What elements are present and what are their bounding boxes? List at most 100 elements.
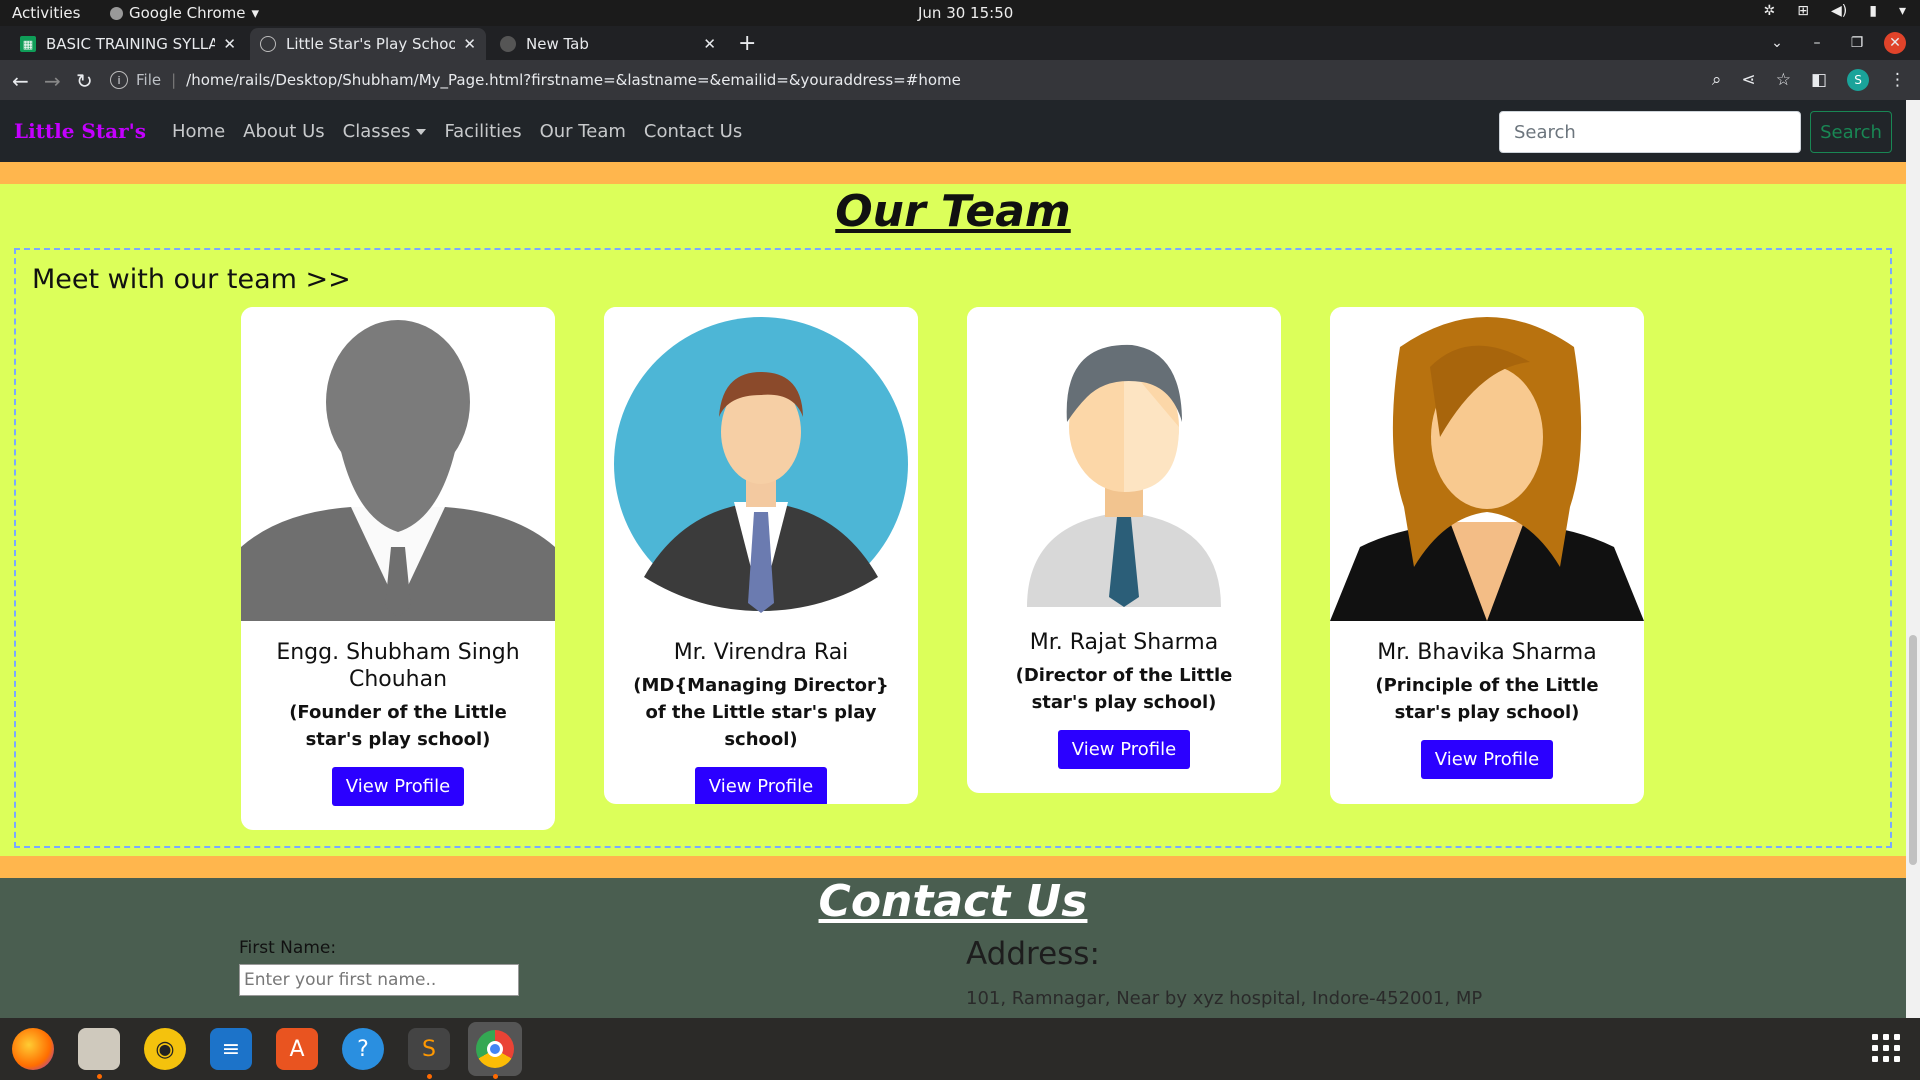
- member-role: (Director of the Little star's play scho…: [1015, 665, 1233, 713]
- search-button[interactable]: Search: [1810, 111, 1892, 153]
- caret-down-icon: [416, 128, 427, 135]
- nav-contact-us[interactable]: Contact Us: [644, 121, 742, 142]
- system-top-bar: Activities Google Chrome ▾ Jun 30 15:50 …: [0, 0, 1920, 26]
- site-brand[interactable]: Little Star's: [14, 119, 146, 143]
- app-menu[interactable]: Google Chrome ▾: [110, 4, 259, 22]
- bookmark-star-icon[interactable]: ☆: [1776, 70, 1791, 90]
- taskbar-dock: ◉ ≡ A ? S: [0, 1018, 1920, 1080]
- writer-icon[interactable]: ≡: [210, 1028, 252, 1070]
- businessman-avatar-icon: [604, 307, 918, 621]
- member-name: Mr. Virendra Rai: [673, 640, 849, 665]
- team-section-title: Our Team: [835, 186, 1071, 237]
- nav-facilities[interactable]: Facilities: [444, 121, 521, 142]
- nav-classes-label: Classes: [342, 120, 411, 142]
- new-tab-button[interactable]: +: [738, 31, 756, 56]
- caret-down-icon: ▾: [251, 4, 260, 22]
- address-bar[interactable]: i File | /home/rails/Desktop/Shubham/My_…: [110, 66, 1690, 94]
- close-window-icon[interactable]: ✕: [1884, 32, 1906, 54]
- silhouette-avatar-icon: [241, 307, 555, 621]
- share-icon[interactable]: ⋖: [1741, 70, 1755, 90]
- page-scrollbar[interactable]: [1906, 100, 1920, 1018]
- section-divider: [0, 162, 1906, 184]
- site-navbar: Little Star's Home About Us Classes Faci…: [0, 100, 1906, 162]
- tab-search-icon[interactable]: ⌄: [1764, 30, 1790, 56]
- app-center-icon[interactable]: A: [276, 1028, 318, 1070]
- scrollbar-thumb[interactable]: [1909, 635, 1917, 865]
- app-name: Google Chrome: [129, 4, 246, 22]
- url-text: /home/rails/Desktop/Shubham/My_Page.html…: [186, 71, 961, 89]
- restore-icon[interactable]: ❐: [1844, 30, 1870, 56]
- first-name-input[interactable]: Enter your first name..: [239, 964, 519, 996]
- menu-kebab-icon[interactable]: ⋮: [1889, 70, 1906, 90]
- tab-label: New Tab: [526, 35, 589, 53]
- member-role: (MD{Managing Director} of the Little sta…: [633, 675, 889, 750]
- first-name-label: First Name:: [239, 938, 337, 958]
- team-card: Engg. Shubham Singh Chouhan (Founder of …: [241, 307, 555, 830]
- address-text: 101, Ramnagar, Near by xyz hospital, Ind…: [966, 988, 1483, 1009]
- minimize-icon[interactable]: –: [1804, 30, 1830, 56]
- rhythmbox-icon[interactable]: ◉: [144, 1028, 186, 1070]
- browser-toolbar: ← → ↻ i File | /home/rails/Desktop/Shubh…: [0, 60, 1920, 100]
- volume-icon: ◀): [1831, 3, 1848, 19]
- member-role: (Founder of the Little star's play schoo…: [289, 702, 507, 750]
- clock[interactable]: Jun 30 15:50: [918, 4, 1013, 22]
- toolbar-actions: ⌕ ⋖ ☆ ◧ S ⋮: [1712, 69, 1906, 91]
- info-icon[interactable]: i: [110, 71, 128, 89]
- search-input[interactable]: Search: [1499, 111, 1801, 153]
- man-avatar-icon: [967, 307, 1281, 621]
- tab-new-tab[interactable]: New Tab ✕: [490, 28, 726, 60]
- member-role: (Principle of the Little star's play sch…: [1375, 675, 1599, 723]
- tab-strip: ▦ BASIC TRAINING SYLLABUS ✕ Little Star'…: [0, 26, 1920, 60]
- member-name: Mr. Bhavika Sharma: [1377, 640, 1597, 665]
- member-name: Engg. Shubham Singh Chouhan: [276, 640, 520, 692]
- nav-classes-dropdown[interactable]: Classes: [343, 121, 427, 142]
- address-heading: Address:: [966, 936, 1100, 972]
- network-icon: ⊞: [1797, 3, 1810, 19]
- view-profile-button[interactable]: View Profile: [1420, 740, 1554, 779]
- close-icon[interactable]: ✕: [463, 35, 476, 53]
- team-card: Mr. Virendra Rai (MD{Managing Director} …: [604, 307, 918, 804]
- sheets-icon: ▦: [20, 36, 36, 52]
- team-subtitle: Meet with our team >>: [32, 264, 351, 295]
- tab-little-stars[interactable]: Little Star's Play School ✕: [250, 28, 486, 60]
- accessibility-icon: ✲: [1763, 3, 1776, 19]
- url-scheme: File: [136, 71, 162, 89]
- battery-icon: ▮: [1869, 3, 1877, 19]
- chrome-icon: [500, 36, 516, 52]
- view-profile-button[interactable]: View Profile: [1057, 730, 1191, 769]
- view-profile-button[interactable]: View Profile: [331, 767, 465, 806]
- view-profile-button[interactable]: View Profile: [694, 767, 828, 804]
- activities-button[interactable]: Activities: [12, 4, 80, 22]
- nav-our-team[interactable]: Our Team: [540, 121, 626, 142]
- nav-about-us[interactable]: About Us: [243, 121, 325, 142]
- chrome-icon[interactable]: [468, 1022, 522, 1076]
- section-divider: [0, 856, 1906, 878]
- reload-icon[interactable]: ↻: [76, 69, 93, 93]
- close-icon[interactable]: ✕: [223, 35, 236, 53]
- forward-icon[interactable]: →: [44, 69, 61, 93]
- member-name: Mr. Rajat Sharma: [1029, 630, 1219, 655]
- sublime-icon[interactable]: S: [408, 1028, 450, 1070]
- system-tray[interactable]: ✲ ⊞ ◀) ▮ ▾: [1764, 3, 1906, 19]
- nav-home[interactable]: Home: [172, 121, 225, 142]
- show-apps-icon[interactable]: [1872, 1034, 1900, 1062]
- zoom-icon[interactable]: ⌕: [1712, 70, 1722, 90]
- tab-basic-training[interactable]: ▦ BASIC TRAINING SYLLABUS ✕: [10, 28, 246, 60]
- globe-icon: [260, 36, 276, 52]
- contact-section-title: Contact Us: [818, 876, 1088, 927]
- back-icon[interactable]: ←: [12, 69, 29, 93]
- firefox-icon[interactable]: [12, 1028, 54, 1070]
- profile-avatar[interactable]: S: [1847, 69, 1869, 91]
- page-viewport: Little Star's Home About Us Classes Faci…: [0, 100, 1906, 1018]
- chevron-down-icon: ▾: [1898, 3, 1906, 19]
- chrome-icon: [110, 6, 123, 20]
- woman-avatar-icon: [1330, 307, 1644, 621]
- team-card: Mr. Rajat Sharma (Director of the Little…: [967, 307, 1281, 793]
- team-card: Mr. Bhavika Sharma (Principle of the Lit…: [1330, 307, 1644, 804]
- help-icon[interactable]: ?: [342, 1028, 384, 1070]
- files-icon[interactable]: [78, 1028, 120, 1070]
- tab-label: BASIC TRAINING SYLLABUS: [46, 35, 216, 53]
- close-icon[interactable]: ✕: [703, 35, 716, 53]
- tab-label: Little Star's Play School: [286, 35, 456, 53]
- side-panel-icon[interactable]: ◧: [1811, 70, 1827, 90]
